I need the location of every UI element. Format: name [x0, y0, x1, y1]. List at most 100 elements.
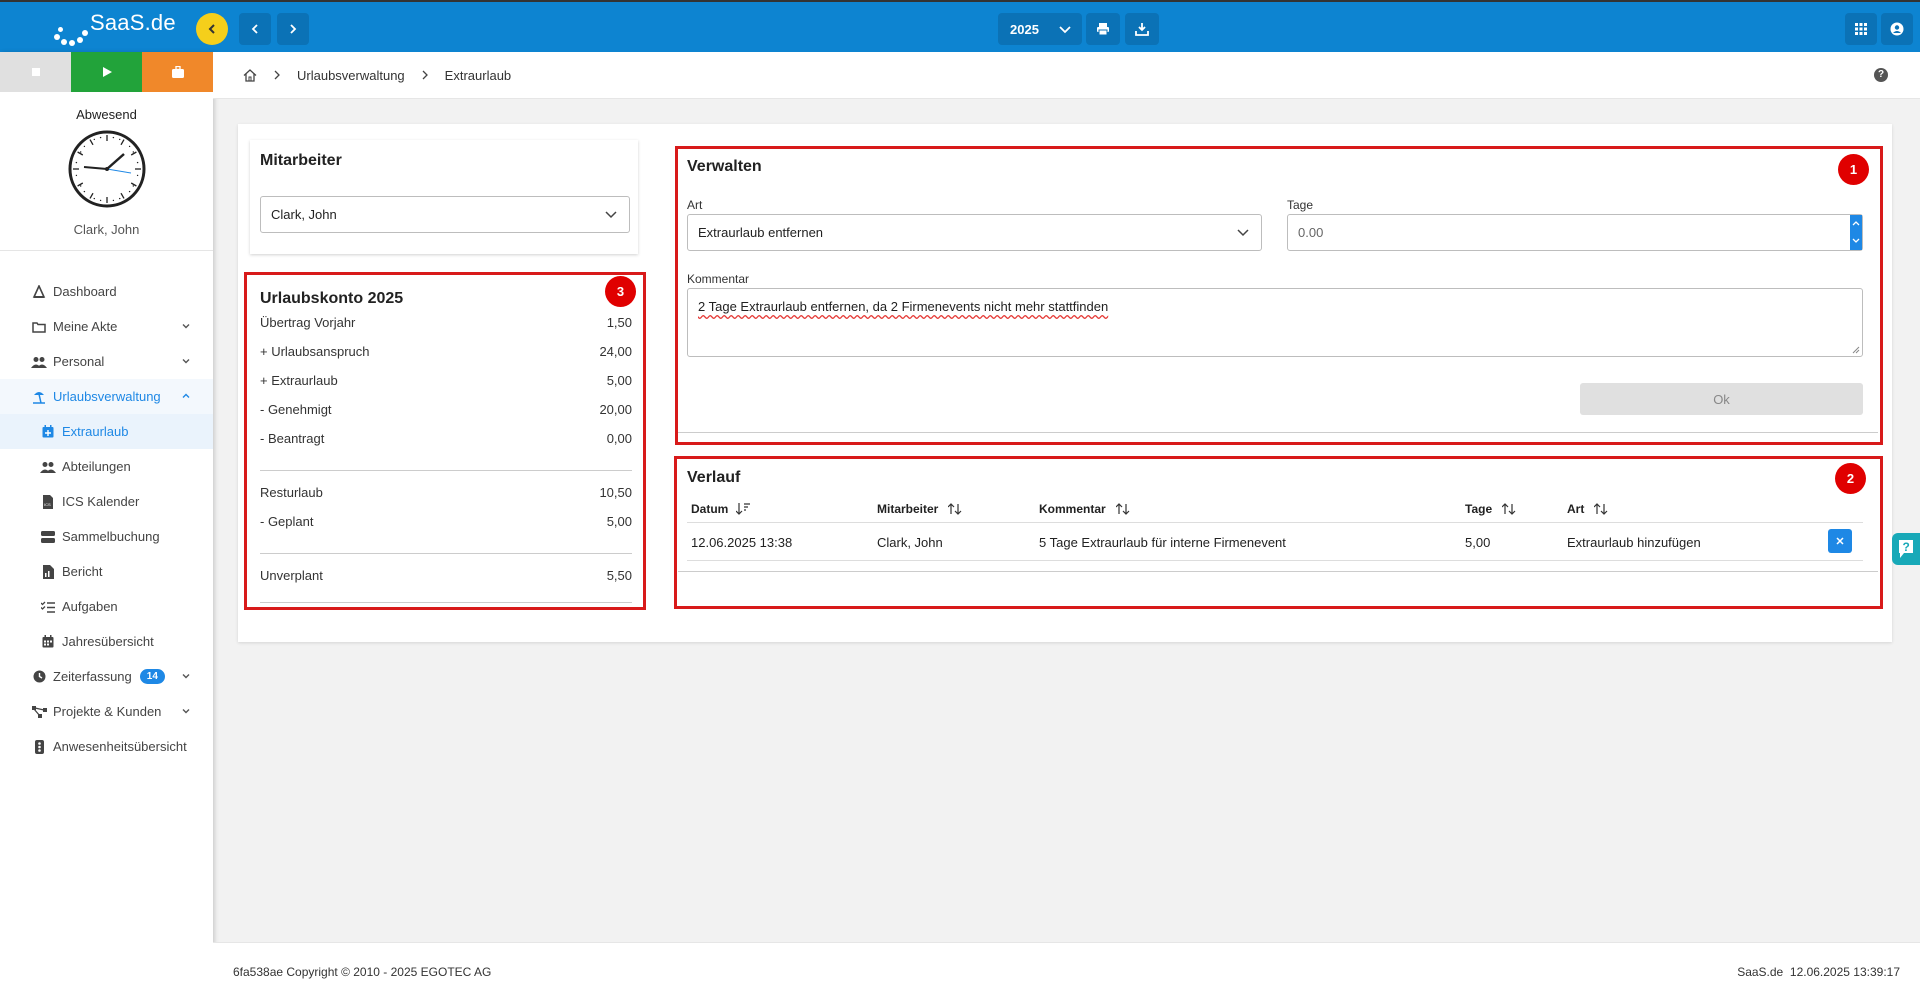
stack-icon — [40, 529, 56, 545]
column-header-mitarbeiter[interactable]: Mitarbeiter — [877, 502, 962, 516]
sidebar-item-projekte-kunden[interactable]: Projekte & Kunden — [0, 694, 213, 729]
logo-mark — [52, 16, 88, 46]
chevron-down-icon — [1237, 228, 1249, 236]
help-side-tab[interactable]: ? — [1892, 533, 1920, 565]
current-user-name: Clark, John — [73, 222, 140, 237]
help-question-icon: ? — [1899, 540, 1913, 558]
break-button[interactable] — [142, 52, 213, 92]
sidebar-item-sammelbuchung[interactable]: Sammelbuchung — [0, 519, 213, 554]
konto-row-extraurlaub: + Extraurlaub 5,00 — [260, 373, 632, 388]
sidebar-item-abteilungen[interactable]: Abteilungen — [0, 449, 213, 484]
sidebar-item-urlaubsverwaltung[interactable]: Urlaubsverwaltung — [0, 379, 213, 414]
quantity-stepper[interactable] — [1850, 215, 1862, 250]
sidebar-item-jahresuebersicht[interactable]: Jahresübersicht — [0, 624, 213, 659]
apps-grid-icon — [1855, 23, 1867, 35]
urlaubskonto-panel: Urlaubskonto 2025 Übertrag Vorjahr 1,50 +… — [260, 290, 632, 730]
stop-button[interactable] — [0, 52, 71, 92]
employee-select[interactable]: Clark, John — [260, 196, 630, 233]
apps-button[interactable] — [1845, 13, 1877, 45]
sort-icon — [1594, 503, 1608, 515]
sidebar-item-dashboard[interactable]: Dashboard — [0, 274, 213, 309]
start-button[interactable] — [71, 52, 142, 92]
breadcrumb-current-page: Extraurlaub — [444, 67, 512, 83]
table-row: 12.06.2025 13:38 Clark, John 5 Tage Extr… — [687, 523, 1863, 561]
sidebar-item-zeiterfassung[interactable]: Zeiterfassung 14 — [0, 659, 213, 694]
account-button[interactable] — [1881, 13, 1913, 45]
sidebar-menu: Dashboard Meine Akte Personal Urlaubsver… — [0, 274, 213, 764]
sidebar-item-ics-kalender[interactable]: ICS ICS Kalender — [0, 484, 213, 519]
report-icon — [40, 564, 56, 580]
chevron-down-icon — [182, 674, 190, 679]
zeiterfassung-count-badge: 14 — [139, 669, 165, 684]
chevron-right-icon — [274, 70, 280, 80]
forward-button[interactable] — [277, 13, 309, 45]
breadcrumb-link-urlaubsverwaltung[interactable]: Urlaubsverwaltung — [297, 68, 405, 83]
konto-value: 5,00 — [606, 373, 632, 388]
app-logo[interactable]: SaaS.de — [52, 8, 176, 46]
download-button[interactable] — [1125, 13, 1159, 45]
column-header-kommentar[interactable]: Kommentar — [1039, 502, 1130, 516]
annotation-badge-3: 3 — [605, 276, 636, 307]
sidebar-item-personal[interactable]: Personal — [0, 344, 213, 379]
column-header-label: Mitarbeiter — [877, 502, 939, 516]
sidebar-item-label: Urlaubsverwaltung — [53, 389, 161, 404]
sidebar-item-aufgaben[interactable]: Aufgaben — [0, 589, 213, 624]
help-icon[interactable]: ? — [1874, 68, 1888, 82]
konto-value: 0,00 — [606, 431, 632, 446]
konto-value: 5,00 — [606, 514, 632, 529]
arrow-right-icon — [290, 24, 297, 34]
sidebar-item-extraurlaub[interactable]: Extraurlaub — [0, 414, 213, 449]
folder-icon — [31, 319, 47, 335]
sidebar-item-meine-akte[interactable]: Meine Akte — [0, 309, 213, 344]
art-select[interactable]: Extraurlaub entfernen — [687, 214, 1262, 251]
column-header-label: Datum — [691, 502, 729, 516]
ok-button[interactable]: Ok — [1580, 383, 1863, 415]
chevron-right-icon — [422, 70, 428, 80]
suitcase-icon — [171, 65, 184, 78]
sidebar-item-anwesenheitsuebersicht[interactable]: Anwesenheitsübersicht — [0, 729, 213, 764]
home-icon[interactable] — [243, 68, 257, 82]
column-header-art[interactable]: Art — [1567, 502, 1608, 516]
time-tracking-controls — [0, 52, 213, 92]
footer-copyright: 6fa538ae Copyright © 2010 - 2025 EGOTEC … — [233, 965, 492, 979]
art-select-value: Extraurlaub entfernen — [698, 225, 824, 240]
sort-descending-icon — [736, 503, 751, 515]
cell-tage: 5,00 — [1465, 535, 1491, 550]
close-icon — [1836, 537, 1844, 545]
clock-icon — [31, 669, 47, 685]
sidebar-item-label: Dashboard — [53, 284, 117, 299]
kommentar-label: Kommentar — [687, 272, 750, 286]
konto-value: 10,50 — [599, 485, 632, 500]
print-button[interactable] — [1086, 13, 1120, 45]
konto-label: + Urlaubsanspruch — [260, 344, 370, 359]
verwalten-title: Verwalten — [687, 158, 762, 175]
attendance-status: Abwesend — [76, 107, 137, 122]
column-header-tage[interactable]: Tage — [1465, 502, 1516, 516]
sidebar-collapse-button[interactable] — [196, 13, 228, 45]
employee-select-value: Clark, John — [271, 207, 337, 222]
column-header-datum[interactable]: Datum — [691, 502, 751, 516]
sidebar-item-bericht[interactable]: Bericht — [0, 554, 213, 589]
chevron-down-icon — [182, 324, 190, 329]
calendar-plus-icon — [40, 424, 56, 440]
konto-divider — [260, 553, 632, 554]
sidebar-item-label: Sammelbuchung — [62, 529, 160, 544]
user-account-icon — [1890, 22, 1904, 36]
tage-input-value: 0.00 — [1298, 225, 1324, 240]
stop-icon — [31, 68, 40, 76]
kommentar-textarea[interactable]: 2 Tage Extraurlaub entfernen, da 2 Firme… — [687, 288, 1863, 357]
konto-value: 1,50 — [606, 315, 632, 330]
delete-entry-button[interactable] — [1828, 529, 1852, 553]
chevron-left-icon — [208, 24, 215, 34]
konto-row-urlaubsanspruch: + Urlaubsanspruch 24,00 — [260, 344, 632, 359]
cell-kommentar: 5 Tage Extraurlaub für interne Firmeneve… — [1039, 535, 1286, 550]
tage-label: Tage — [1287, 198, 1314, 212]
sort-icon — [1115, 503, 1130, 515]
sidebar-item-label: ICS Kalender — [62, 494, 140, 509]
year-select[interactable]: 2025 — [998, 13, 1082, 45]
back-button[interactable] — [239, 13, 271, 45]
sidebar-item-label: Aufgaben — [62, 599, 118, 614]
tage-input[interactable]: 0.00 — [1287, 214, 1863, 251]
art-label: Art — [687, 198, 703, 212]
stepper-up-icon — [1852, 221, 1860, 226]
